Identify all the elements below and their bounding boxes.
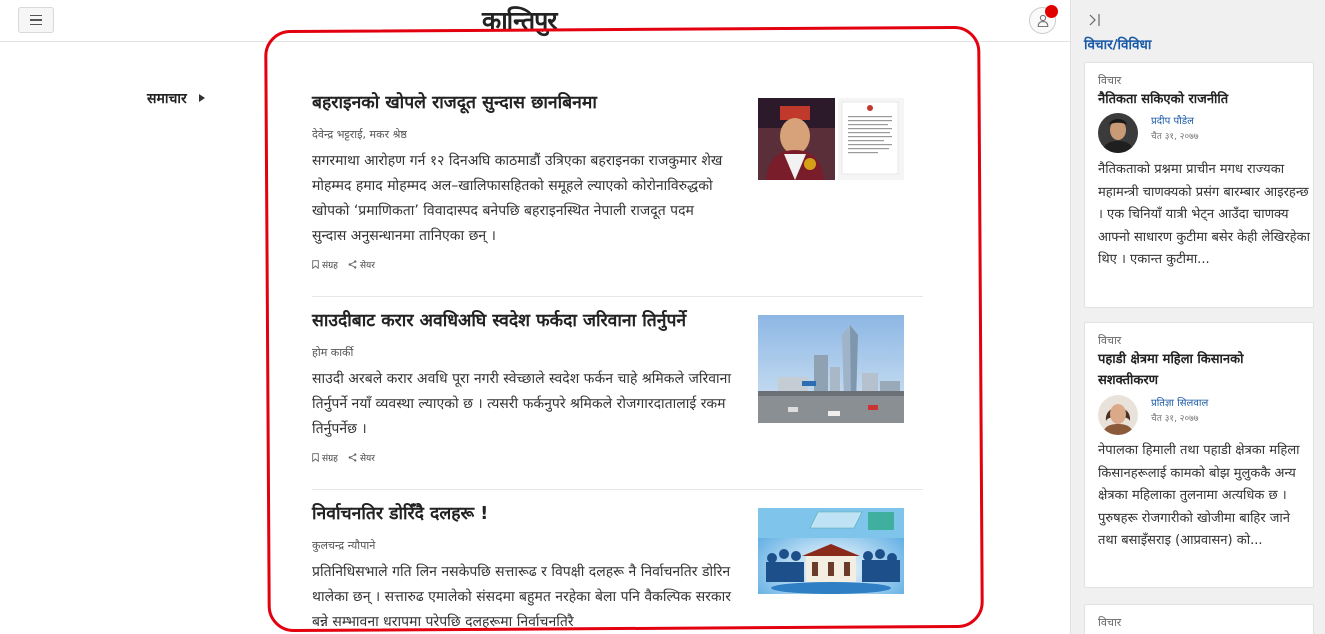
- card-date: चैत ३१, २०७७: [1151, 414, 1199, 424]
- bookmark-icon: [312, 260, 319, 269]
- article-actions: संग्रह सेयर: [312, 258, 923, 271]
- card-excerpt: नैतिकताको प्रश्नमा प्राचीन मगध राज्यका म…: [1098, 162, 1310, 267]
- article-divider: [312, 489, 923, 490]
- author-avatar: [1098, 395, 1138, 435]
- opinion-card[interactable]: विचार: [1084, 604, 1314, 634]
- hamburger-menu-icon[interactable]: [18, 7, 54, 33]
- article-summary: सगरमाथा आरोहण गर्न १२ दिनअघि काठमाडौं उत…: [312, 153, 723, 244]
- opinion-sidebar: विचार/विविधा विचार नैतिकता सकिएको राजनीत…: [1070, 0, 1325, 634]
- article-title[interactable]: बहराइनको खोपले राजदूत सुन्दास छानबिनमा: [312, 91, 732, 115]
- save-label: संग्रह: [322, 454, 338, 464]
- article-title[interactable]: साउदीबाट करार अवधिअघि स्वदेश फर्कदा जरिव…: [312, 309, 732, 333]
- share-button[interactable]: सेयर: [348, 258, 375, 271]
- article-thumbnail[interactable]: [758, 98, 904, 180]
- article-title[interactable]: निर्वाचनतिर डोरिँदै दलहरू !: [312, 502, 732, 526]
- site-logo[interactable]: कान्तिपुर: [482, 3, 558, 37]
- card-date: चैत ३१, २०७७: [1151, 132, 1199, 142]
- sidebar-title[interactable]: विचार/विविधा: [1084, 35, 1151, 53]
- share-icon: [348, 260, 357, 269]
- article-summary: प्रतिनिधिसभाले गति लिन नसकेपछि सत्तारूढ …: [312, 564, 731, 630]
- opinion-card[interactable]: विचार नैतिकता सकिएको राजनीति प्रदीप पौडे…: [1084, 62, 1314, 308]
- share-label: सेयर: [359, 261, 375, 271]
- card-title[interactable]: नैतिकता सकिएको राजनीति: [1098, 89, 1303, 110]
- card-category: विचार: [1098, 74, 1122, 87]
- save-button[interactable]: संग्रह: [312, 258, 338, 271]
- share-button[interactable]: सेयर: [348, 451, 375, 464]
- opinion-card[interactable]: विचार पहाडी क्षेत्रमा महिला किसानको सशक्…: [1084, 322, 1314, 588]
- save-button[interactable]: संग्रह: [312, 451, 338, 464]
- card-title[interactable]: पहाडी क्षेत्रमा महिला किसानको सशक्तीकरण: [1098, 349, 1303, 391]
- notification-badge: [1045, 5, 1058, 18]
- card-category: विचार: [1098, 334, 1122, 347]
- collapse-sidebar-icon[interactable]: [1088, 13, 1102, 27]
- article-thumbnail[interactable]: [758, 315, 904, 423]
- section-nav-news[interactable]: समाचार: [147, 89, 187, 108]
- article-divider: [312, 296, 923, 297]
- save-label: संग्रह: [322, 261, 338, 271]
- card-category: विचार: [1098, 616, 1122, 629]
- author-avatar: [1098, 113, 1138, 153]
- card-author[interactable]: प्रदीप पौडेल: [1151, 113, 1194, 127]
- article-summary: साउदी अरबले करार अवधि पूरा नगरी स्वेच्छा…: [312, 371, 731, 437]
- card-excerpt: नेपालका हिमाली तथा पहाडी क्षेत्रका महिला…: [1098, 443, 1300, 548]
- top-bar: कान्तिपुर: [0, 0, 1070, 42]
- share-icon: [348, 453, 357, 462]
- card-author[interactable]: प्रतिज्ञा सिलवाल: [1151, 395, 1208, 409]
- share-label: सेयर: [359, 454, 375, 464]
- article-actions: संग्रह सेयर: [312, 451, 923, 464]
- bookmark-icon: [312, 453, 319, 462]
- caret-right-icon: [199, 94, 205, 102]
- article-thumbnail[interactable]: [758, 508, 904, 594]
